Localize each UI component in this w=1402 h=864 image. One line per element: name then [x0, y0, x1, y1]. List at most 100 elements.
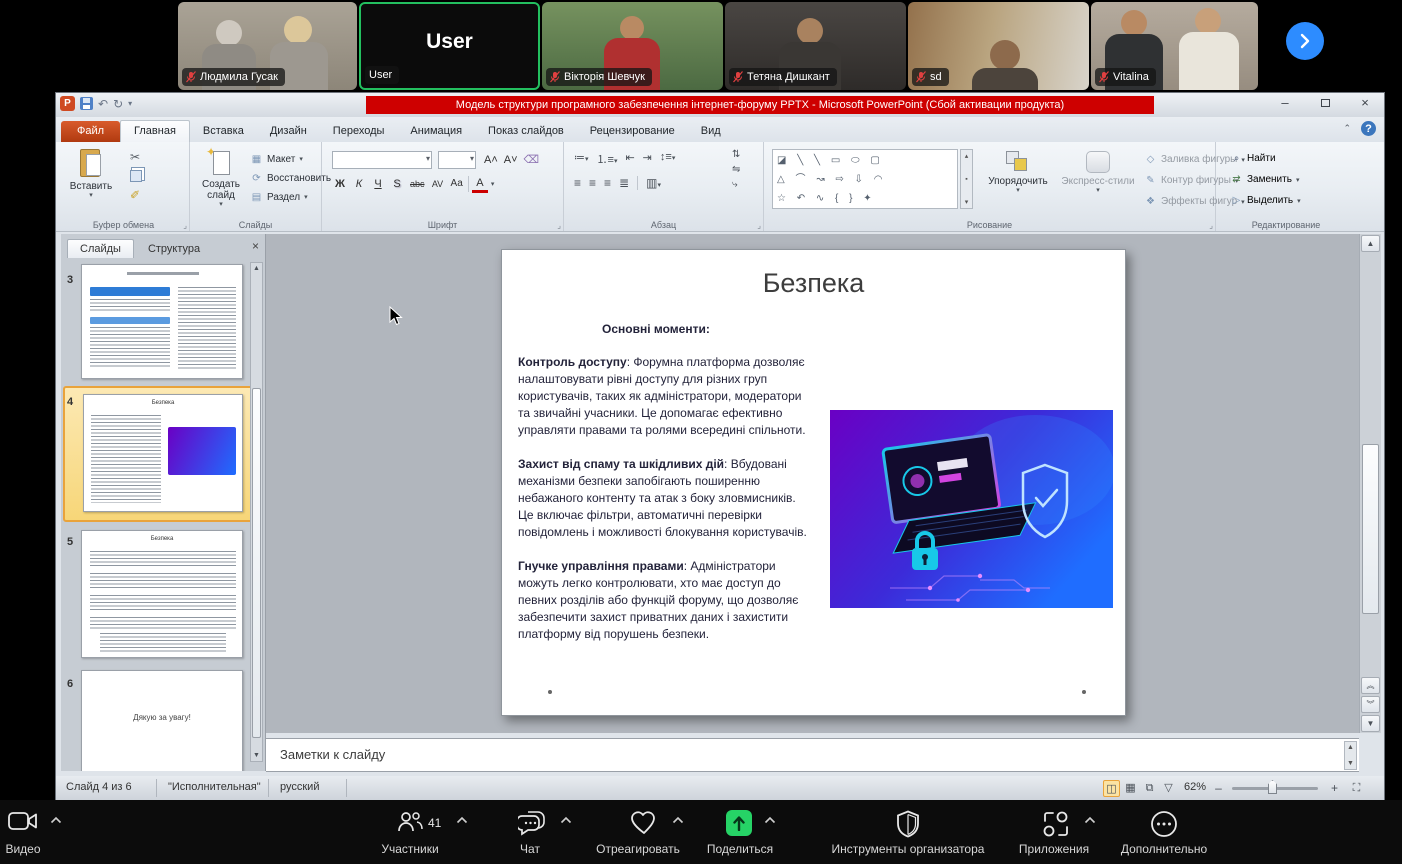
text-shadow-button[interactable]: S	[389, 175, 405, 193]
slide-thumbnail-3[interactable]	[81, 264, 243, 379]
panel-scrollbar[interactable]: ▲ ▼	[250, 262, 263, 762]
scroll-up-icon[interactable]: ▲	[1347, 744, 1354, 751]
save-icon[interactable]	[80, 97, 93, 110]
slide-counter[interactable]: Слайд 4 из 6	[66, 781, 132, 793]
tab-file[interactable]: Файл	[61, 121, 120, 142]
slide-canvas[interactable]: Безпека Основні моменти: Контроль доступ…	[501, 249, 1126, 716]
dialog-launcher-icon[interactable]: ⌟	[183, 221, 187, 230]
find-button[interactable]: ⌕Найти	[1230, 151, 1301, 167]
dialog-launcher-icon[interactable]: ⌟	[557, 221, 561, 230]
zoom-level[interactable]: 62%	[1184, 781, 1206, 793]
toolbar-host-tools[interactable]: Инструменты организатора	[816, 842, 1000, 856]
line-spacing-button[interactable]: ↕≡▾	[660, 151, 675, 167]
columns-button[interactable]: ▥▾	[646, 176, 661, 190]
vertical-scrollbar[interactable]: ▲ ︽ ︾ ▼	[1359, 234, 1381, 733]
tab-slideshow[interactable]: Показ слайдов	[475, 121, 577, 142]
tab-review[interactable]: Рецензирование	[577, 121, 688, 142]
tab-slides-thumbnails[interactable]: Слайды	[67, 239, 134, 258]
increase-indent-button[interactable]: ⇥	[643, 151, 652, 167]
theme-name[interactable]: "Исполнительная"	[168, 781, 261, 793]
chevron-up-icon[interactable]	[1084, 816, 1096, 824]
font-name-combo[interactable]	[332, 151, 432, 169]
dialog-launcher-icon[interactable]: ⌟	[1209, 221, 1213, 230]
slideshow-view-button[interactable]: ▽	[1160, 780, 1177, 797]
paste-button[interactable]: Вставить ▾	[66, 149, 116, 199]
redo-icon[interactable]: ↻	[113, 98, 123, 110]
restore-button[interactable]	[1312, 95, 1338, 113]
decrease-indent-button[interactable]: ⇤	[625, 151, 634, 167]
convert-smartart-button[interactable]: ⤷	[732, 179, 740, 190]
slide-thumbnail-4[interactable]: Безпека	[83, 394, 243, 512]
chat-icon[interactable]	[518, 810, 546, 836]
zoom-out-button[interactable]: –	[1210, 780, 1227, 797]
change-case-button[interactable]: Аа	[449, 175, 465, 193]
participant-video-active[interactable]: User User	[359, 2, 540, 90]
participant-video[interactable]: Тетяна Дишкант	[725, 2, 906, 90]
numbering-button[interactable]: ⒈≡▾	[597, 151, 618, 167]
tab-insert[interactable]: Вставка	[190, 121, 257, 142]
heart-icon[interactable]	[630, 810, 658, 836]
undo-icon[interactable]: ↶	[98, 98, 108, 110]
previous-slide-button[interactable]: ︽	[1361, 677, 1380, 694]
tab-animations[interactable]: Анимация	[397, 121, 475, 142]
align-justify-button[interactable]: ≣	[619, 176, 629, 190]
close-button[interactable]: ×	[1352, 95, 1378, 113]
video-camera-icon[interactable]	[8, 810, 38, 832]
align-right-button[interactable]: ≡	[604, 176, 611, 190]
notes-pane[interactable]: Заметки к слайду ▲▼	[266, 738, 1359, 772]
italic-button[interactable]: К	[351, 175, 367, 193]
next-slide-button[interactable]: ︾	[1361, 696, 1380, 713]
scroll-up-icon[interactable]: ▲	[251, 265, 262, 272]
participant-video[interactable]: Людмила Гусак	[178, 2, 357, 90]
scroll-thumb[interactable]	[1362, 444, 1379, 614]
strikethrough-button[interactable]: abc	[408, 175, 427, 193]
slide-thumbnail-6[interactable]: Дякую за увагу!	[81, 670, 243, 771]
cut-icon[interactable]: ✂	[130, 150, 142, 164]
language-indicator[interactable]: русский	[280, 781, 319, 793]
underline-button[interactable]: Ч	[370, 175, 386, 193]
reset-button[interactable]: ⟳Восстановить	[250, 171, 331, 186]
format-painter-icon[interactable]: ✐	[130, 188, 142, 202]
chevron-up-icon[interactable]	[456, 816, 468, 824]
align-text-button[interactable]: ⇋	[732, 164, 740, 175]
tab-view[interactable]: Вид	[688, 121, 734, 142]
layout-button[interactable]: ▦Макет▾	[250, 152, 331, 167]
section-button[interactable]: ▤Раздел▾	[250, 190, 331, 205]
tab-outline[interactable]: Структура	[136, 240, 212, 258]
clear-formatting-button[interactable]: ⌫	[522, 151, 542, 169]
help-icon[interactable]: ?	[1361, 121, 1376, 136]
powerpoint-logo-icon[interactable]: P	[60, 96, 75, 111]
align-left-button[interactable]: ≡	[574, 176, 581, 190]
text-direction-button[interactable]: ⇅	[732, 149, 740, 160]
toolbar-video[interactable]: Видео	[0, 842, 46, 856]
arrange-button[interactable]: Упорядочить ▾	[980, 151, 1056, 194]
slide-sorter-view-button[interactable]: ▦	[1122, 780, 1139, 797]
more-icon[interactable]	[1150, 810, 1178, 838]
toolbar-share[interactable]: Поделиться	[700, 842, 780, 856]
customize-qat-icon[interactable]: ▾	[128, 98, 132, 110]
copy-icon[interactable]	[130, 170, 142, 182]
new-slide-button[interactable]: ✦ Создать слайд ▾	[194, 149, 248, 208]
toolbar-chat[interactable]: Чат	[500, 842, 560, 856]
participant-video[interactable]: sd	[908, 2, 1089, 90]
participant-video[interactable]: Вікторія Шевчук	[542, 2, 723, 90]
zoom-slider-thumb[interactable]	[1268, 780, 1277, 794]
chevron-up-icon[interactable]	[50, 816, 62, 824]
toolbar-more[interactable]: Дополнительно	[1108, 842, 1220, 856]
scroll-up-button[interactable]: ▲	[1361, 235, 1380, 252]
reading-view-button[interactable]: ⧉	[1141, 780, 1158, 797]
align-center-button[interactable]: ≡	[589, 176, 596, 190]
quick-styles-button[interactable]: Экспресс-стили ▾	[1060, 151, 1136, 194]
panel-close-icon[interactable]: ×	[252, 239, 259, 253]
shapes-gallery-scroll[interactable]: ▴▪▾	[960, 149, 973, 209]
next-participants-button[interactable]	[1286, 22, 1324, 60]
share-screen-icon[interactable]	[726, 810, 752, 836]
panel-scroll-thumb[interactable]	[252, 388, 261, 738]
chevron-up-icon[interactable]	[764, 816, 776, 824]
toolbar-apps[interactable]: Приложения	[1010, 842, 1098, 856]
scroll-down-button[interactable]: ▼	[1361, 715, 1380, 732]
scroll-down-icon[interactable]: ▼	[251, 752, 262, 759]
font-color-button[interactable]: А	[472, 176, 488, 193]
tab-home[interactable]: Главная	[120, 120, 190, 142]
bold-button[interactable]: Ж	[332, 175, 348, 193]
